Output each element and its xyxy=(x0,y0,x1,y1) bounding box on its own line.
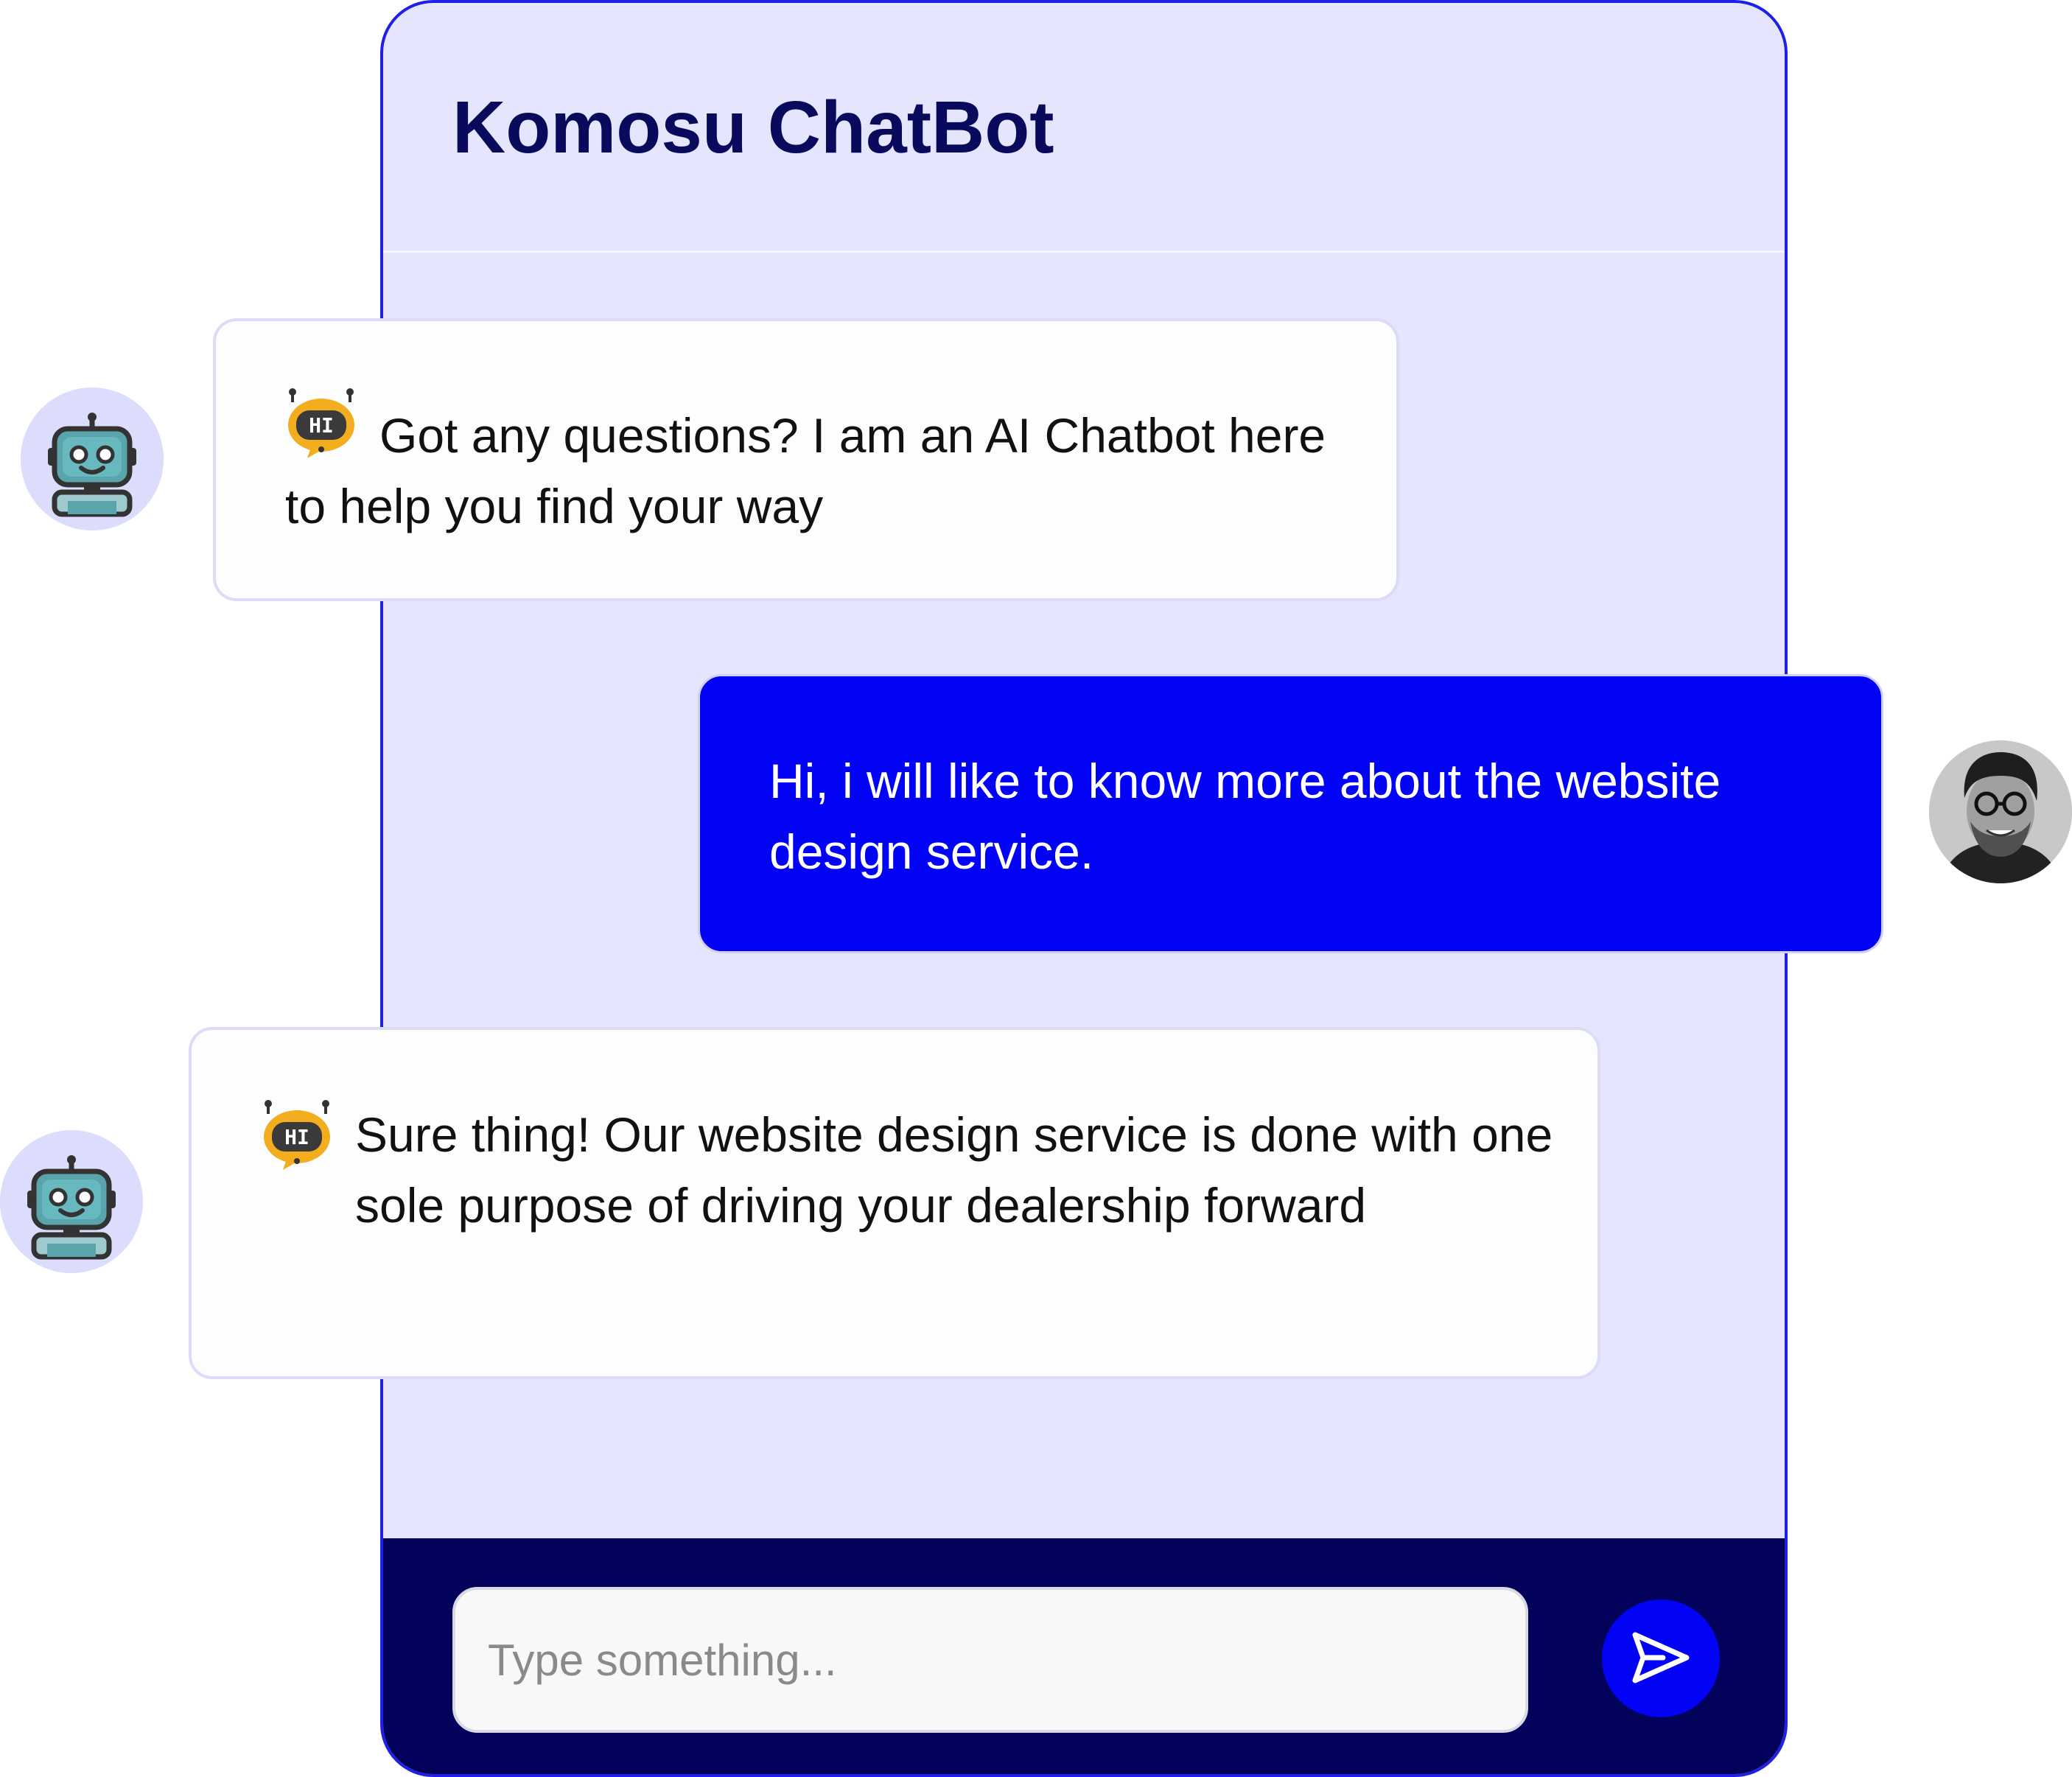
send-icon xyxy=(1631,1631,1691,1686)
bot-message-content: HI Sure thing! Our website design servic… xyxy=(261,1099,1553,1241)
svg-text:HI: HI xyxy=(309,413,334,438)
bot-avatar xyxy=(0,1130,143,1273)
hi-bubble-icon: HI xyxy=(261,1099,333,1173)
user-avatar xyxy=(1929,740,2072,883)
user-message-bubble: Hi, i will like to know more about the w… xyxy=(698,674,1883,953)
bot-message-text: Sure thing! Our website design service i… xyxy=(355,1107,1553,1233)
robot-icon xyxy=(0,1130,143,1273)
bot-message-text: Got any questions? I am an AI Chatbot he… xyxy=(285,408,1326,533)
bot-avatar xyxy=(21,388,164,530)
message-input[interactable] xyxy=(452,1587,1528,1733)
chat-header: Komosu ChatBot xyxy=(383,3,1785,253)
bot-message-bubble: HI Got any questions? I am an AI Chatbot… xyxy=(213,318,1399,601)
svg-text:HI: HI xyxy=(284,1125,309,1149)
robot-icon xyxy=(21,388,164,530)
send-button[interactable] xyxy=(1602,1599,1720,1717)
bot-message-bubble: HI Sure thing! Our website design servic… xyxy=(189,1027,1600,1379)
page-title: Komosu ChatBot xyxy=(452,86,1054,169)
hi-bubble-icon: HI xyxy=(285,388,357,461)
user-message-text: Hi, i will like to know more about the w… xyxy=(769,754,1721,879)
composer-bar xyxy=(383,1538,1785,1774)
